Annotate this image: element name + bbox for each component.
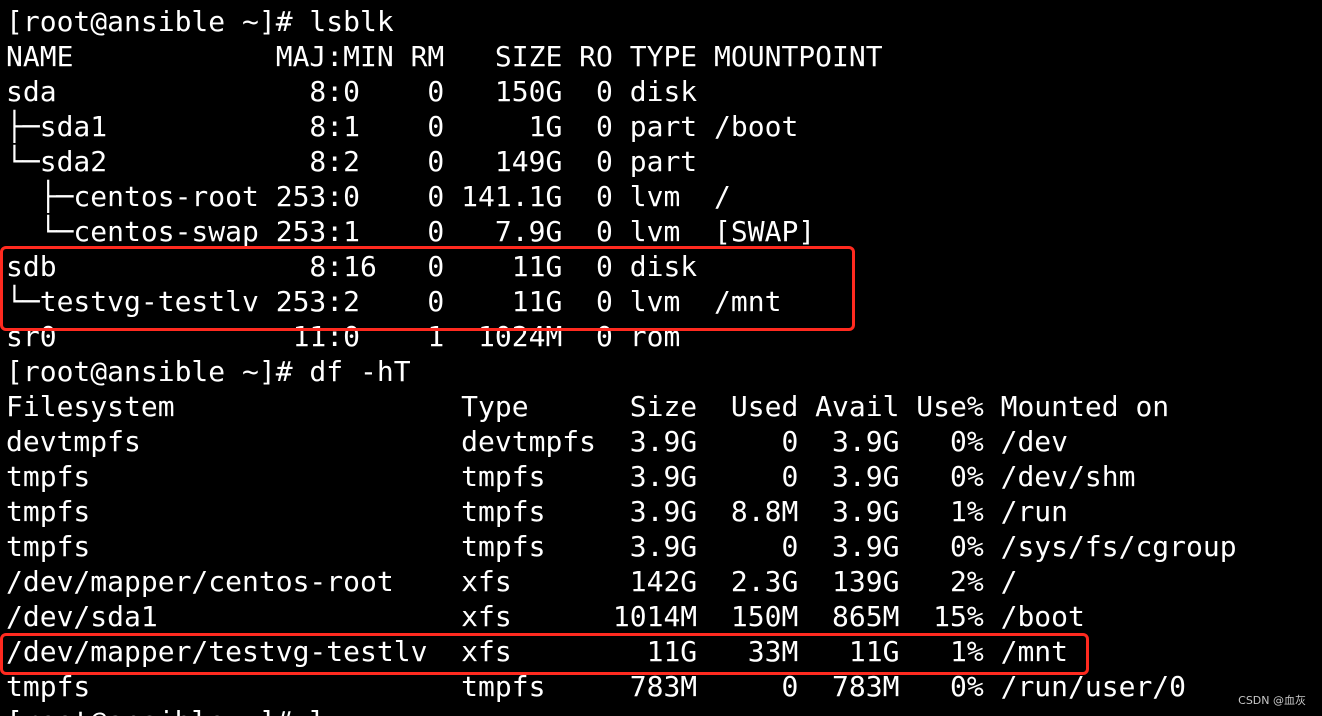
watermark-text: CSDN @血灰 [1238,694,1306,707]
prompt-lsblk-line: [root@ansible ~]# lsblk [6,5,394,38]
lsblk-row-centos-swap: └─centos-swap 253:1 0 7.9G 0 lvm [SWAP] [6,215,816,248]
lsblk-row-sda: sda 8:0 0 150G 0 disk [6,75,698,108]
prompt-df-line: [root@ansible ~]# df -hT [6,355,411,388]
highlight-box-testlv [0,633,1089,675]
df-header-row: Filesystem Type Size Used Avail Use% Mou… [6,390,1170,423]
df-row-tmpfs-run: tmpfs tmpfs 3.9G 8.8M 3.9G 1% /run [6,495,1069,528]
terminal-output[interactable]: [root@ansible ~]# lsblk NAME MAJ:MIN RM … [0,0,1322,716]
lsblk-row-sda1: ├─sda1 8:1 0 1G 0 part /boot [6,110,799,143]
df-row-sda1: /dev/sda1 xfs 1014M 150M 865M 15% /boot [6,600,1085,633]
df-row-tmpfs-shm: tmpfs tmpfs 3.9G 0 3.9G 0% /dev/shm [6,460,1136,493]
df-row-devtmpfs: devtmpfs devtmpfs 3.9G 0 3.9G 0% /dev [6,425,1069,458]
lsblk-header-row: NAME MAJ:MIN RM SIZE RO TYPE MOUNTPOINT [6,40,883,73]
lsblk-row-sda2: └─sda2 8:2 0 149G 0 part [6,145,698,178]
df-row-centos-root: /dev/mapper/centos-root xfs 142G 2.3G 13… [6,565,1018,598]
highlight-box-sdb [0,246,855,331]
lsblk-row-centos-root: ├─centos-root 253:0 0 141.1G 0 lvm / [6,180,731,213]
prompt-partial-line: [root@ansible ~]# l [6,704,326,716]
df-row-tmpfs-cgroup: tmpfs tmpfs 3.9G 0 3.9G 0% /sys/fs/cgrou… [6,530,1237,563]
